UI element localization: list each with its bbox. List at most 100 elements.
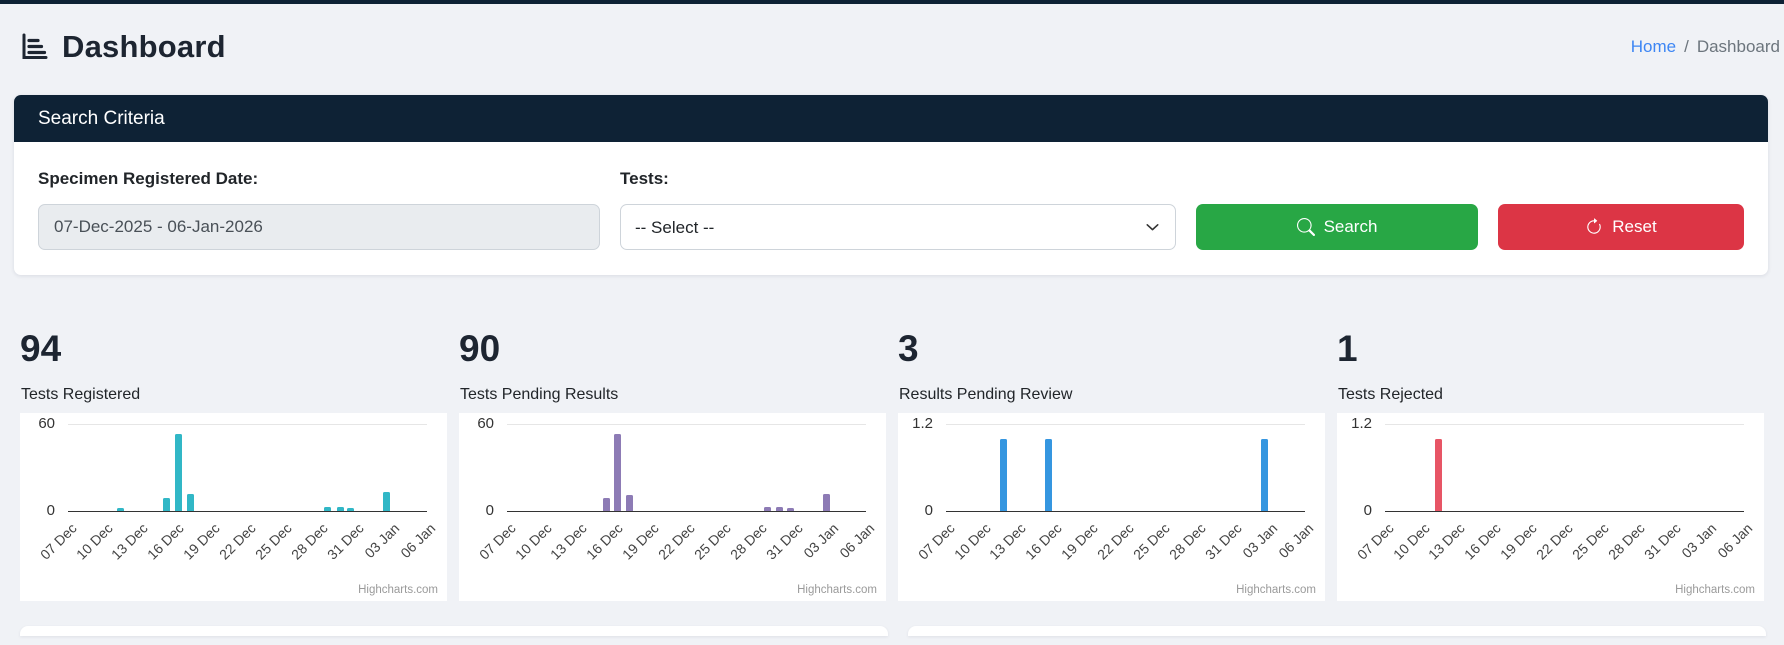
x-axis-label: 28 Dec xyxy=(1604,520,1648,563)
bar-03-jan[interactable] xyxy=(823,493,830,511)
stat-value: 94 xyxy=(20,328,62,369)
stat-card-tests-pending-results: 90 Tests Pending Results 60 0 07 Dec 10 Dec 13… xyxy=(459,327,886,601)
x-axis-label: 13 Dec xyxy=(1425,520,1469,563)
gridline xyxy=(946,424,1305,425)
x-axis-label: 22 Dec xyxy=(1094,520,1137,563)
x-axis-label: 19 Dec xyxy=(619,520,662,563)
y-axis-tick-max: 1.2 xyxy=(912,415,933,432)
x-axis-label: 31 Dec xyxy=(762,520,806,563)
y-axis-tick-max: 1.2 xyxy=(1351,415,1372,432)
stat-value: 90 xyxy=(459,328,501,369)
bar-12-dec[interactable] xyxy=(1435,438,1443,511)
highcharts-credit: Highcharts.com xyxy=(1675,584,1755,596)
gridline xyxy=(507,424,866,425)
specimen-date-label: Specimen Registered Date: xyxy=(38,169,259,188)
breadcrumb: Home / Dashboard xyxy=(1631,37,1780,57)
x-axis-label: 25 Dec xyxy=(1130,520,1173,563)
x-axis-label: 16 Dec xyxy=(1461,520,1505,563)
x-axis-label: 25 Dec xyxy=(691,520,734,563)
x-axis-label: 03 Jan xyxy=(1678,520,1720,562)
bar-03-jan[interactable] xyxy=(382,492,390,512)
tests-select[interactable]: -- Select -- xyxy=(620,204,1176,250)
breadcrumb-current: Dashboard xyxy=(1696,37,1780,56)
x-axis-label: 10 Dec xyxy=(950,520,994,563)
tests-label: Tests: xyxy=(620,169,669,188)
search-button[interactable]: Search xyxy=(1196,204,1478,250)
bar-17-dec[interactable] xyxy=(186,493,194,511)
gridline xyxy=(68,424,427,425)
x-axis-line xyxy=(507,511,866,512)
specimen-date-input[interactable] xyxy=(38,204,600,250)
x-axis-label: 13 Dec xyxy=(986,520,1030,563)
y-axis-tick-zero: 0 xyxy=(485,502,494,519)
search-button-label: Search xyxy=(1323,217,1378,236)
bar-17-dec[interactable] xyxy=(625,495,633,511)
x-axis-label: 06 Jan xyxy=(397,520,439,562)
x-axis-label: 28 Dec xyxy=(287,520,331,563)
x-axis-line xyxy=(946,511,1305,512)
reset-button[interactable]: Reset xyxy=(1498,204,1744,250)
x-axis-label: 31 Dec xyxy=(323,520,367,563)
x-axis-label: 06 Jan xyxy=(1714,520,1756,562)
x-axis-label: 03 Jan xyxy=(361,520,403,562)
bar-15-dec[interactable] xyxy=(602,498,610,511)
stat-title: Results Pending Review xyxy=(899,386,1073,403)
x-axis-label: 22 Dec xyxy=(216,520,259,563)
page-header: Dashboard Home / Dashboard xyxy=(0,4,1784,70)
x-axis-label: 19 Dec xyxy=(1497,520,1540,563)
next-section-partial xyxy=(20,626,1766,636)
x-axis-label: 06 Jan xyxy=(836,520,878,562)
x-axis-label: 03 Jan xyxy=(1239,520,1281,562)
chart-tests-rejected: 1.2 0 07 Dec 10 Dec 13 Dec 16 Dec 19 Dec 22 Dec… xyxy=(1337,413,1764,601)
x-axis-label: 16 Dec xyxy=(144,520,188,563)
stat-charts-row: 94 Tests Registered 60 0 07 Dec 10 Dec 13 Dec 1… xyxy=(0,327,1784,601)
chart-tests-registered: 60 0 07 Dec 10 Dec 13 Dec 16 Dec 19 Dec 22 Dec 2… xyxy=(20,413,447,601)
chart-tests-pending-results: 60 0 07 Dec 10 Dec 13 Dec 16 Dec 19 Dec 22 Dec 2… xyxy=(459,413,886,601)
x-axis-label: 07 Dec xyxy=(914,520,958,563)
x-axis-label: 31 Dec xyxy=(1640,520,1684,563)
y-axis-tick-zero: 0 xyxy=(1363,502,1372,519)
x-axis-label: 06 Jan xyxy=(1275,520,1317,562)
highcharts-credit: Highcharts.com xyxy=(358,584,438,596)
x-axis-label: 13 Dec xyxy=(108,520,152,563)
partial-card xyxy=(908,626,1766,636)
partial-card xyxy=(20,626,888,636)
x-axis-label: 03 Jan xyxy=(800,520,842,562)
x-axis-label: 25 Dec xyxy=(1569,520,1612,563)
stat-card-tests-registered: 94 Tests Registered 60 0 07 Dec 10 Dec 13 Dec 1… xyxy=(20,327,447,601)
y-axis-tick-zero: 0 xyxy=(924,502,933,519)
x-axis-label: 19 Dec xyxy=(180,520,223,563)
bar-16-dec[interactable] xyxy=(614,434,622,511)
x-axis-label: 13 Dec xyxy=(547,520,591,563)
stat-value: 1 xyxy=(1337,328,1358,369)
x-axis-line xyxy=(68,511,427,512)
stat-card-tests-rejected: 1 Tests Rejected 1.2 0 07 Dec 10 Dec 13 Dec 16 … xyxy=(1337,327,1764,601)
breadcrumb-separator: / xyxy=(1684,37,1689,56)
x-axis-label: 22 Dec xyxy=(655,520,698,563)
page-title: Dashboard xyxy=(62,29,226,64)
x-axis-label: 25 Dec xyxy=(252,520,295,563)
stat-value: 3 xyxy=(898,328,919,369)
x-axis-label: 07 Dec xyxy=(475,520,519,563)
x-axis-label: 07 Dec xyxy=(36,520,80,563)
x-axis-label: 19 Dec xyxy=(1058,520,1101,563)
bar-16-dec[interactable] xyxy=(1045,438,1053,511)
x-axis-label: 16 Dec xyxy=(1022,520,1066,563)
stat-title: Tests Registered xyxy=(21,386,141,403)
refresh-icon xyxy=(1585,218,1603,236)
reset-button-label: Reset xyxy=(1612,217,1657,236)
bar-15-dec[interactable] xyxy=(162,498,170,511)
x-axis-label: 28 Dec xyxy=(1165,520,1209,563)
bar-03-jan[interactable] xyxy=(1260,438,1268,511)
stat-title: Tests Pending Results xyxy=(460,386,619,403)
bar-chart-icon xyxy=(17,30,51,64)
bar-16-dec[interactable] xyxy=(174,434,182,511)
bar-12-dec[interactable] xyxy=(999,438,1007,511)
x-axis-label: 28 Dec xyxy=(726,520,770,563)
y-axis-tick-max: 60 xyxy=(38,415,55,432)
x-axis-label: 10 Dec xyxy=(511,520,555,563)
breadcrumb-home-link[interactable]: Home xyxy=(1631,37,1676,57)
y-axis-tick-zero: 0 xyxy=(46,502,55,519)
x-axis-label: 22 Dec xyxy=(1533,520,1576,563)
search-criteria-panel: Search Criteria Specimen Registered Date… xyxy=(14,95,1768,275)
